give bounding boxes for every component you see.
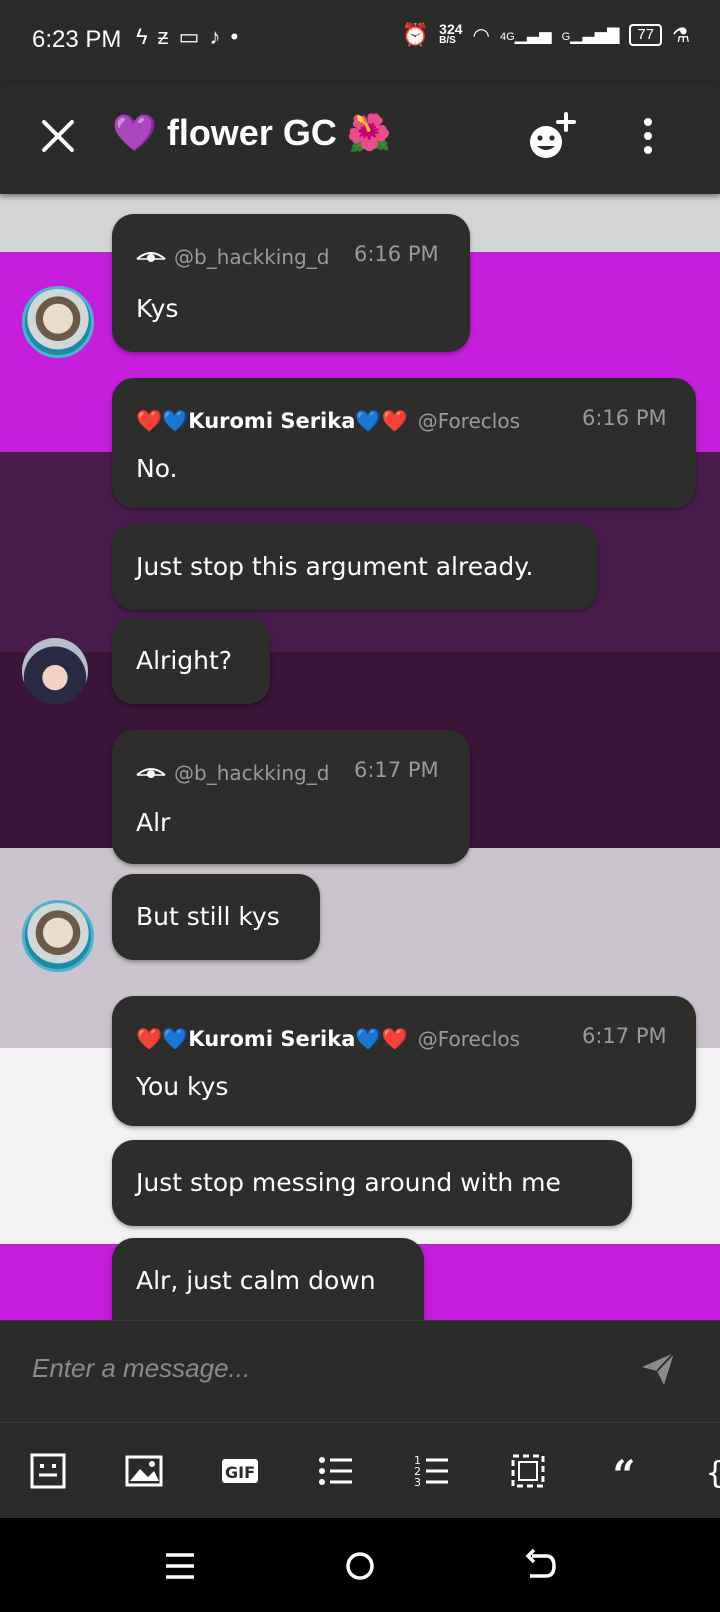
message-text: Kys bbox=[136, 294, 179, 323]
avatar[interactable] bbox=[22, 900, 94, 972]
status-bar: 6:23 PM ϟƶ▭♪• ⏰ 324 B/S ◠ 4G▁▃▅ G▁▃▅▇ 77… bbox=[0, 0, 720, 84]
lightning-icon: ϟ bbox=[136, 24, 158, 49]
eye-icon bbox=[136, 768, 166, 778]
message-bubble[interactable]: Alr, just calm down bbox=[112, 1238, 424, 1320]
bullet-list-icon[interactable] bbox=[316, 1451, 356, 1491]
message-input[interactable]: Enter a message... bbox=[32, 1353, 250, 1384]
message-text: No. bbox=[136, 454, 178, 483]
back-nav-icon[interactable] bbox=[520, 1546, 560, 1586]
message-bubble[interactable]: ❤️💙Kuromi Serika💙❤️ @Foreclos 6:17 PM Yo… bbox=[112, 996, 696, 1126]
signal-4g: 4G▁▃▅ bbox=[499, 27, 552, 44]
numbered-list-icon[interactable]: 1 2 3 bbox=[412, 1451, 452, 1491]
menu-nav-icon[interactable] bbox=[160, 1546, 200, 1586]
send-icon[interactable] bbox=[640, 1351, 676, 1387]
wifi-icon: ◠ bbox=[472, 24, 490, 47]
svg-text:“: “ bbox=[612, 1452, 635, 1491]
close-icon[interactable] bbox=[36, 114, 80, 158]
chat-messages[interactable]: @b_hackking_d 6:16 PM Kys ❤️💙Kuromi Seri… bbox=[0, 194, 720, 1320]
selection-icon[interactable] bbox=[508, 1451, 548, 1491]
svg-text:3: 3 bbox=[414, 1476, 421, 1489]
eye-icon bbox=[136, 252, 166, 262]
battery-indicator: 77 bbox=[629, 24, 663, 46]
message-text: Just stop this argument already. bbox=[136, 552, 534, 581]
status-time: 6:23 PM bbox=[32, 26, 122, 53]
author-handle[interactable]: @Foreclos bbox=[418, 409, 520, 433]
svg-text:GIF: GIF bbox=[225, 1463, 255, 1482]
message-bubble[interactable]: @b_hackking_d 6:16 PM Kys bbox=[112, 214, 470, 352]
message-composer: Enter a message... bbox=[0, 1320, 720, 1423]
message-bubble[interactable]: But still kys bbox=[112, 874, 320, 960]
message-text: You kys bbox=[136, 1072, 229, 1101]
avatar[interactable] bbox=[22, 638, 88, 704]
message-time: 6:16 PM bbox=[354, 242, 439, 266]
message-bubble[interactable]: ❤️💙Kuromi Serika💙❤️ @Foreclos 6:16 PM No… bbox=[112, 378, 696, 508]
message-time: 6:17 PM bbox=[582, 1024, 667, 1048]
more-options-icon[interactable] bbox=[630, 114, 666, 158]
notification-icons: ϟƶ▭♪• bbox=[136, 24, 248, 50]
emoji-keyboard-icon[interactable] bbox=[28, 1451, 68, 1491]
svg-text:{: { bbox=[706, 1456, 720, 1491]
message-text: Alr, just calm down bbox=[136, 1266, 376, 1295]
system-nav-bar bbox=[0, 1518, 720, 1612]
message-bubble[interactable]: Just stop this argument already. bbox=[112, 524, 598, 610]
author-name[interactable]: ❤️💙Kuromi Serika💙❤️ bbox=[136, 409, 408, 434]
message-text: But still kys bbox=[136, 902, 280, 931]
message-time: 6:17 PM bbox=[354, 758, 439, 782]
home-nav-icon[interactable] bbox=[340, 1546, 380, 1586]
avatar[interactable] bbox=[22, 286, 94, 358]
formatting-toolbar: GIF 1 2 3 “ { bbox=[0, 1422, 720, 1519]
message-header: ❤️💙Kuromi Serika💙❤️ @Foreclos bbox=[136, 1024, 520, 1054]
image-icon[interactable] bbox=[124, 1451, 164, 1491]
message-bubble[interactable]: Just stop messing around with me bbox=[112, 1140, 632, 1226]
message-header: @b_hackking_d bbox=[136, 758, 329, 788]
tiktok-icon: ♪ bbox=[209, 24, 231, 49]
flask-icon: ⚗ bbox=[672, 24, 690, 47]
dot-icon: • bbox=[230, 24, 249, 49]
code-brace-icon[interactable]: { bbox=[700, 1451, 720, 1491]
quote-icon[interactable]: “ bbox=[604, 1451, 644, 1491]
message-time: 6:16 PM bbox=[582, 406, 667, 430]
message-text: Just stop messing around with me bbox=[136, 1168, 561, 1197]
author-handle[interactable]: @b_hackking_d bbox=[174, 245, 329, 269]
add-member-icon[interactable] bbox=[524, 110, 584, 162]
message-header: ❤️💙Kuromi Serika💙❤️ @Foreclos bbox=[136, 406, 520, 436]
message-bubble[interactable]: Alright? bbox=[112, 618, 270, 704]
deviantart-icon: ƶ bbox=[157, 24, 179, 49]
signal-g: G▁▃▅▇ bbox=[561, 27, 620, 44]
message-text: Alr bbox=[136, 808, 171, 837]
status-right: ⏰ 324 B/S ◠ 4G▁▃▅ G▁▃▅▇ 77 ⚗ bbox=[402, 22, 690, 48]
author-handle[interactable]: @Foreclos bbox=[418, 1027, 520, 1051]
author-handle[interactable]: @b_hackking_d bbox=[174, 761, 329, 785]
author-name[interactable]: ❤️💙Kuromi Serika💙❤️ bbox=[136, 1027, 408, 1052]
net-speed: 324 B/S bbox=[439, 21, 463, 46]
alarm-icon: ⏰ bbox=[401, 22, 430, 47]
gif-icon[interactable]: GIF bbox=[220, 1451, 260, 1491]
voicemail-icon: ▭ bbox=[178, 24, 210, 49]
app-bar: 💜 flower GC 🌺 bbox=[0, 84, 720, 194]
message-text: Alright? bbox=[136, 646, 233, 675]
message-bubble[interactable]: @b_hackking_d 6:17 PM Alr bbox=[112, 730, 470, 864]
chat-title: 💜 flower GC 🌺 bbox=[112, 112, 392, 153]
message-header: @b_hackking_d bbox=[136, 242, 329, 272]
